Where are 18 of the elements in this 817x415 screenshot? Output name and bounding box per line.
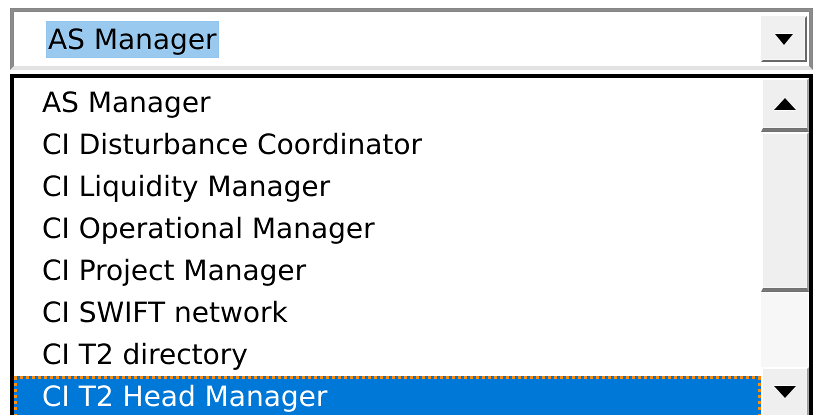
up-arrow-icon <box>774 98 796 110</box>
scroll-down-button[interactable] <box>761 367 809 415</box>
list-option[interactable]: AS Manager <box>14 82 761 124</box>
list-option[interactable]: CI Liquidity Manager <box>14 166 761 208</box>
combo-value: AS Manager <box>46 20 219 58</box>
caret-icon <box>775 34 793 44</box>
list-option[interactable]: CI Operational Manager <box>14 208 761 250</box>
list-option[interactable]: CI T2 Head Manager <box>14 376 761 415</box>
dropdown-button[interactable] <box>761 16 807 62</box>
list-option[interactable]: CI SWIFT network <box>14 292 761 334</box>
list-option[interactable]: CI Project Manager <box>14 250 761 292</box>
scrollbar[interactable] <box>761 78 809 415</box>
combo-box[interactable]: AS Manager <box>10 8 813 70</box>
scroll-thumb[interactable] <box>761 132 809 292</box>
list-option[interactable]: CI Disturbance Coordinator <box>14 124 761 166</box>
list-option[interactable]: CI T2 directory <box>14 334 761 376</box>
down-arrow-icon <box>774 386 796 398</box>
scroll-up-button[interactable] <box>761 78 809 132</box>
